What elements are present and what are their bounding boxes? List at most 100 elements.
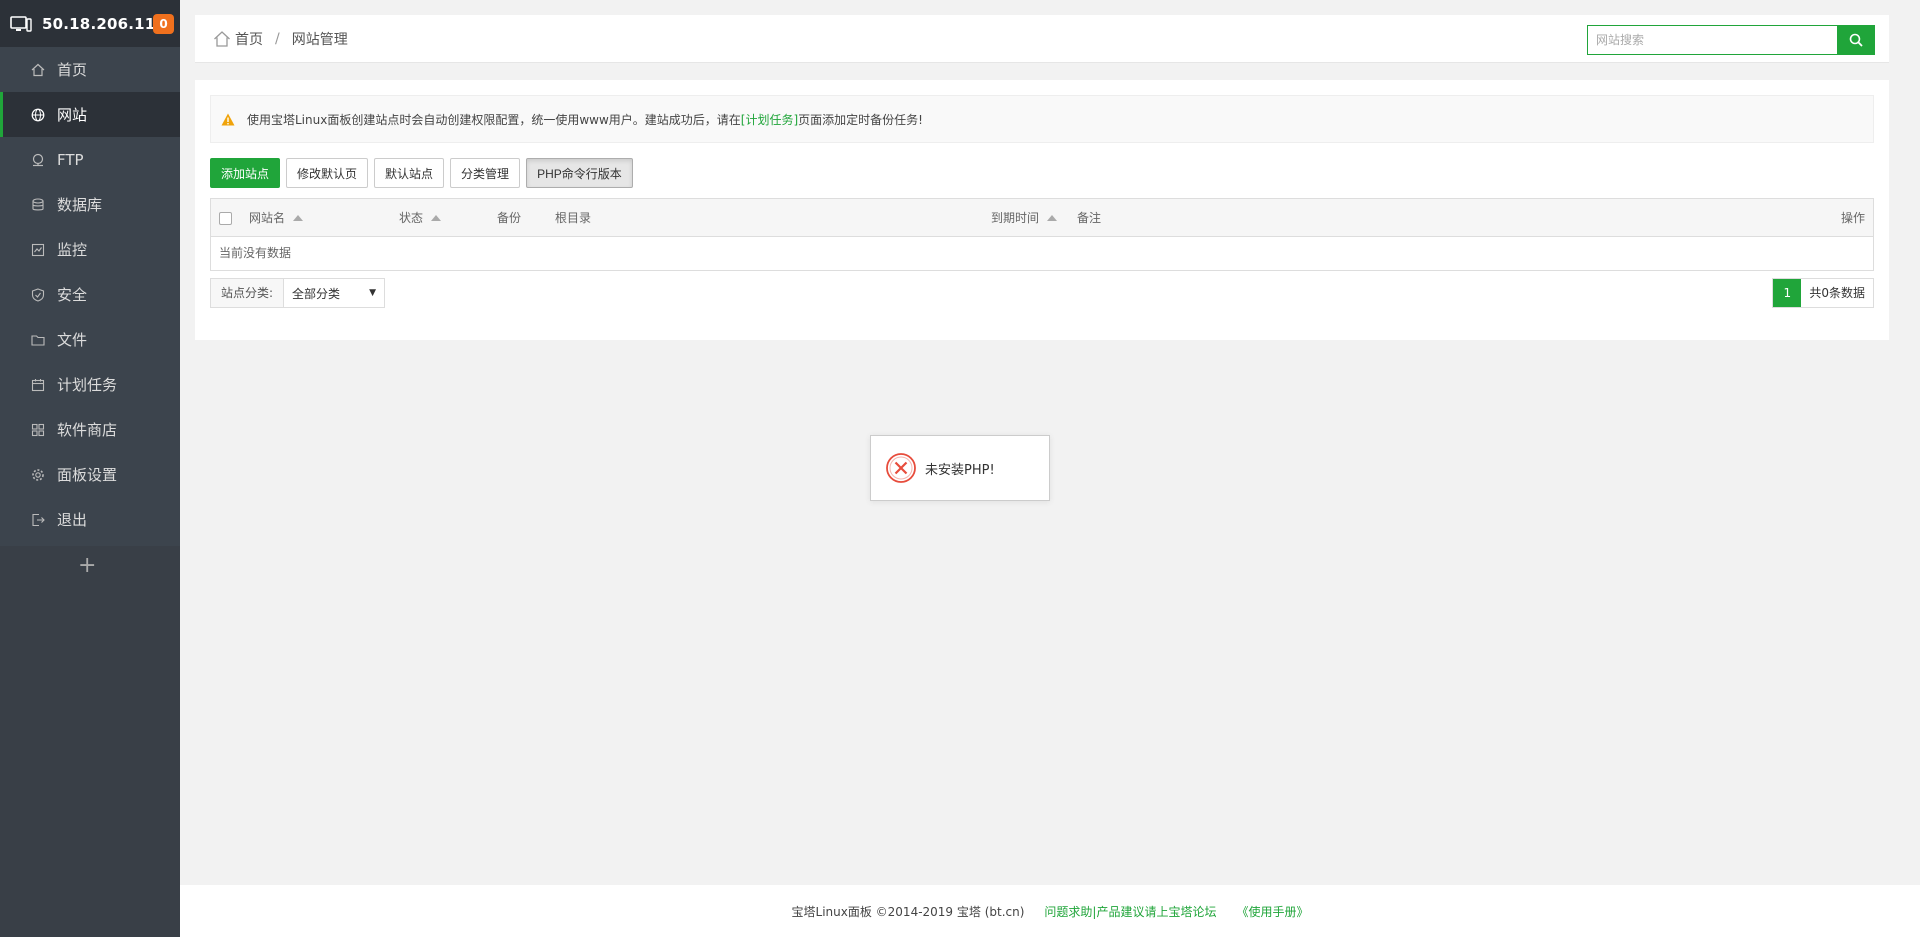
column-label: 根目录: [555, 211, 592, 225]
sidebar-item-database[interactable]: 数据库: [0, 182, 180, 227]
warning-icon: [221, 113, 235, 125]
sidebar-menu: 首页 网站 FTP 数据库 监控 安全 文件 计划任务 软件商店 面板设置 退出: [0, 47, 180, 542]
category-select[interactable]: 全部分类 ▼: [284, 279, 385, 307]
site-management-panel: 使用宝塔Linux面板创建站点时会自动创建权限配置，统一使用www用户。建站成功…: [195, 80, 1889, 340]
sidebar-item-label: 退出: [57, 511, 88, 529]
column-header-status[interactable]: 状态: [399, 199, 442, 237]
search-box: [1587, 25, 1875, 55]
shield-icon: [31, 287, 45, 302]
total-count-text: 共0条数据: [1801, 279, 1873, 307]
table-header: 网站名 状态 备份 根目录 到期时间 备注 操作: [211, 199, 1873, 237]
sidebar-item-website[interactable]: 网站: [0, 92, 180, 137]
monitor-icon: [31, 243, 45, 257]
column-label: 状态: [399, 211, 424, 225]
empty-table-message: 当前没有数据: [219, 246, 292, 260]
category-manage-button[interactable]: 分类管理: [450, 158, 521, 188]
sidebar-item-home[interactable]: 首页: [0, 47, 180, 92]
select-all-checkbox[interactable]: [219, 211, 232, 225]
sidebar-item-logout[interactable]: 退出: [0, 497, 180, 542]
breadcrumb: 首页 / 网站管理: [195, 29, 348, 49]
page-footer: 宝塔Linux面板 ©2014-2019 宝塔 (bt.cn) 问题求助|产品建…: [180, 885, 1920, 937]
sort-asc-icon: [1047, 215, 1058, 221]
edit-default-page-button[interactable]: 修改默认页: [286, 158, 369, 188]
toast-message: 未安装PHP!: [925, 462, 995, 478]
site-table: 网站名 状态 备份 根目录 到期时间 备注 操作 当前没有数据: [210, 198, 1874, 271]
globe-icon: [31, 108, 45, 122]
forum-help-link[interactable]: 问题求助|产品建议请上宝塔论坛: [1044, 903, 1216, 920]
sort-asc-icon: [293, 215, 304, 221]
column-label: 网站名: [249, 211, 286, 225]
sidebar-item-security[interactable]: 安全: [0, 272, 180, 317]
php-cli-version-button[interactable]: PHP命令行版本: [526, 158, 633, 188]
notice-text: 使用宝塔Linux面板创建站点时会自动创建权限配置，统一使用www用户。建站成功…: [247, 112, 741, 127]
search-button[interactable]: [1837, 25, 1875, 55]
column-header-remark: 备注: [1077, 199, 1101, 237]
column-header-site-name[interactable]: 网站名: [249, 199, 304, 237]
sidebar-item-label: 数据库: [57, 196, 103, 214]
sidebar-item-label: 首页: [57, 61, 88, 79]
sidebar-item-label: 网站: [57, 106, 88, 124]
ftp-icon: [31, 153, 45, 167]
error-toast: 未安装PHP!: [870, 435, 1050, 501]
sidebar-item-settings[interactable]: 面板设置: [0, 452, 180, 497]
sidebar: 50.18.206.110 0 首页 网站 FTP 数据库 监控 安全 文件 计…: [0, 0, 180, 937]
copyright-text: 宝塔Linux面板 ©2014-2019 宝塔 (bt.cn): [791, 904, 1025, 919]
sidebar-item-label: 文件: [57, 331, 88, 349]
add-shortcut-button[interactable]: +: [78, 555, 96, 577]
cron-task-link[interactable]: [计划任务]: [741, 111, 798, 128]
sidebar-item-label: 软件商店: [57, 421, 118, 439]
notification-badge[interactable]: 0: [153, 14, 174, 34]
server-ip: 50.18.206.110: [42, 14, 167, 33]
sidebar-item-label: FTP: [57, 150, 84, 169]
table-footer: 站点分类: 全部分类 ▼ 1 共0条数据: [210, 278, 1874, 308]
column-label: 操作: [1840, 211, 1865, 225]
search-icon: [1849, 33, 1863, 47]
folder-icon: [31, 333, 45, 347]
column-header-backup: 备份: [497, 199, 521, 237]
toolbar: 添加站点 修改默认页 默认站点 分类管理 PHP命令行版本: [210, 158, 633, 188]
sidebar-lower-area: [0, 546, 180, 937]
database-icon: [31, 197, 45, 212]
sidebar-item-files[interactable]: 文件: [0, 317, 180, 362]
column-header-expire-time[interactable]: 到期时间: [991, 199, 1058, 237]
breadcrumb-separator: /: [275, 30, 280, 47]
add-site-button[interactable]: 添加站点: [210, 158, 281, 188]
sort-asc-icon: [431, 215, 442, 221]
column-label: 备注: [1077, 211, 1102, 225]
category-filter: 站点分类: 全部分类 ▼: [210, 278, 386, 308]
sidebar-item-ftp[interactable]: FTP: [0, 137, 180, 182]
category-selected-value: 全部分类: [292, 286, 341, 301]
sidebar-item-label: 监控: [57, 241, 88, 259]
column-header-actions: 操作: [1841, 199, 1865, 237]
sidebar-item-cron[interactable]: 计划任务: [0, 362, 180, 407]
sidebar-item-label: 安全: [57, 286, 88, 304]
site-search-input[interactable]: [1587, 25, 1837, 55]
calendar-icon: [31, 378, 45, 392]
select-all-cell: [219, 199, 232, 237]
sidebar-item-app-store[interactable]: 软件商店: [0, 407, 180, 452]
gear-icon: [31, 468, 45, 482]
category-filter-label: 站点分类:: [211, 279, 285, 307]
sidebar-item-label: 计划任务: [57, 376, 118, 394]
info-notice: 使用宝塔Linux面板创建站点时会自动创建权限配置，统一使用www用户。建站成功…: [210, 95, 1874, 143]
breadcrumb-current: 网站管理: [291, 31, 348, 48]
breadcrumb-home-link[interactable]: 首页: [235, 29, 263, 49]
server-monitor-icon: [10, 15, 32, 32]
dropdown-arrow-icon: ▼: [369, 288, 377, 298]
error-x-icon: [886, 453, 916, 483]
column-header-root-dir: 根目录: [555, 199, 591, 237]
sidebar-item-label: 面板设置: [57, 466, 118, 484]
header-bar: 首页 / 网站管理: [195, 15, 1889, 63]
column-label: 备份: [497, 211, 522, 225]
page-button-current[interactable]: 1: [1773, 279, 1802, 307]
column-label: 到期时间: [991, 211, 1040, 225]
pagination: 1 共0条数据: [1772, 278, 1874, 308]
grid-icon: [31, 423, 45, 437]
home-icon: [31, 63, 45, 77]
user-manual-link[interactable]: 《使用手册》: [1236, 903, 1308, 920]
logout-icon: [31, 513, 45, 527]
notice-text-end: 页面添加定时备份任务!: [798, 112, 923, 127]
sidebar-item-monitor[interactable]: 监控: [0, 227, 180, 272]
home-icon: [214, 30, 230, 47]
default-site-button[interactable]: 默认站点: [374, 158, 445, 188]
